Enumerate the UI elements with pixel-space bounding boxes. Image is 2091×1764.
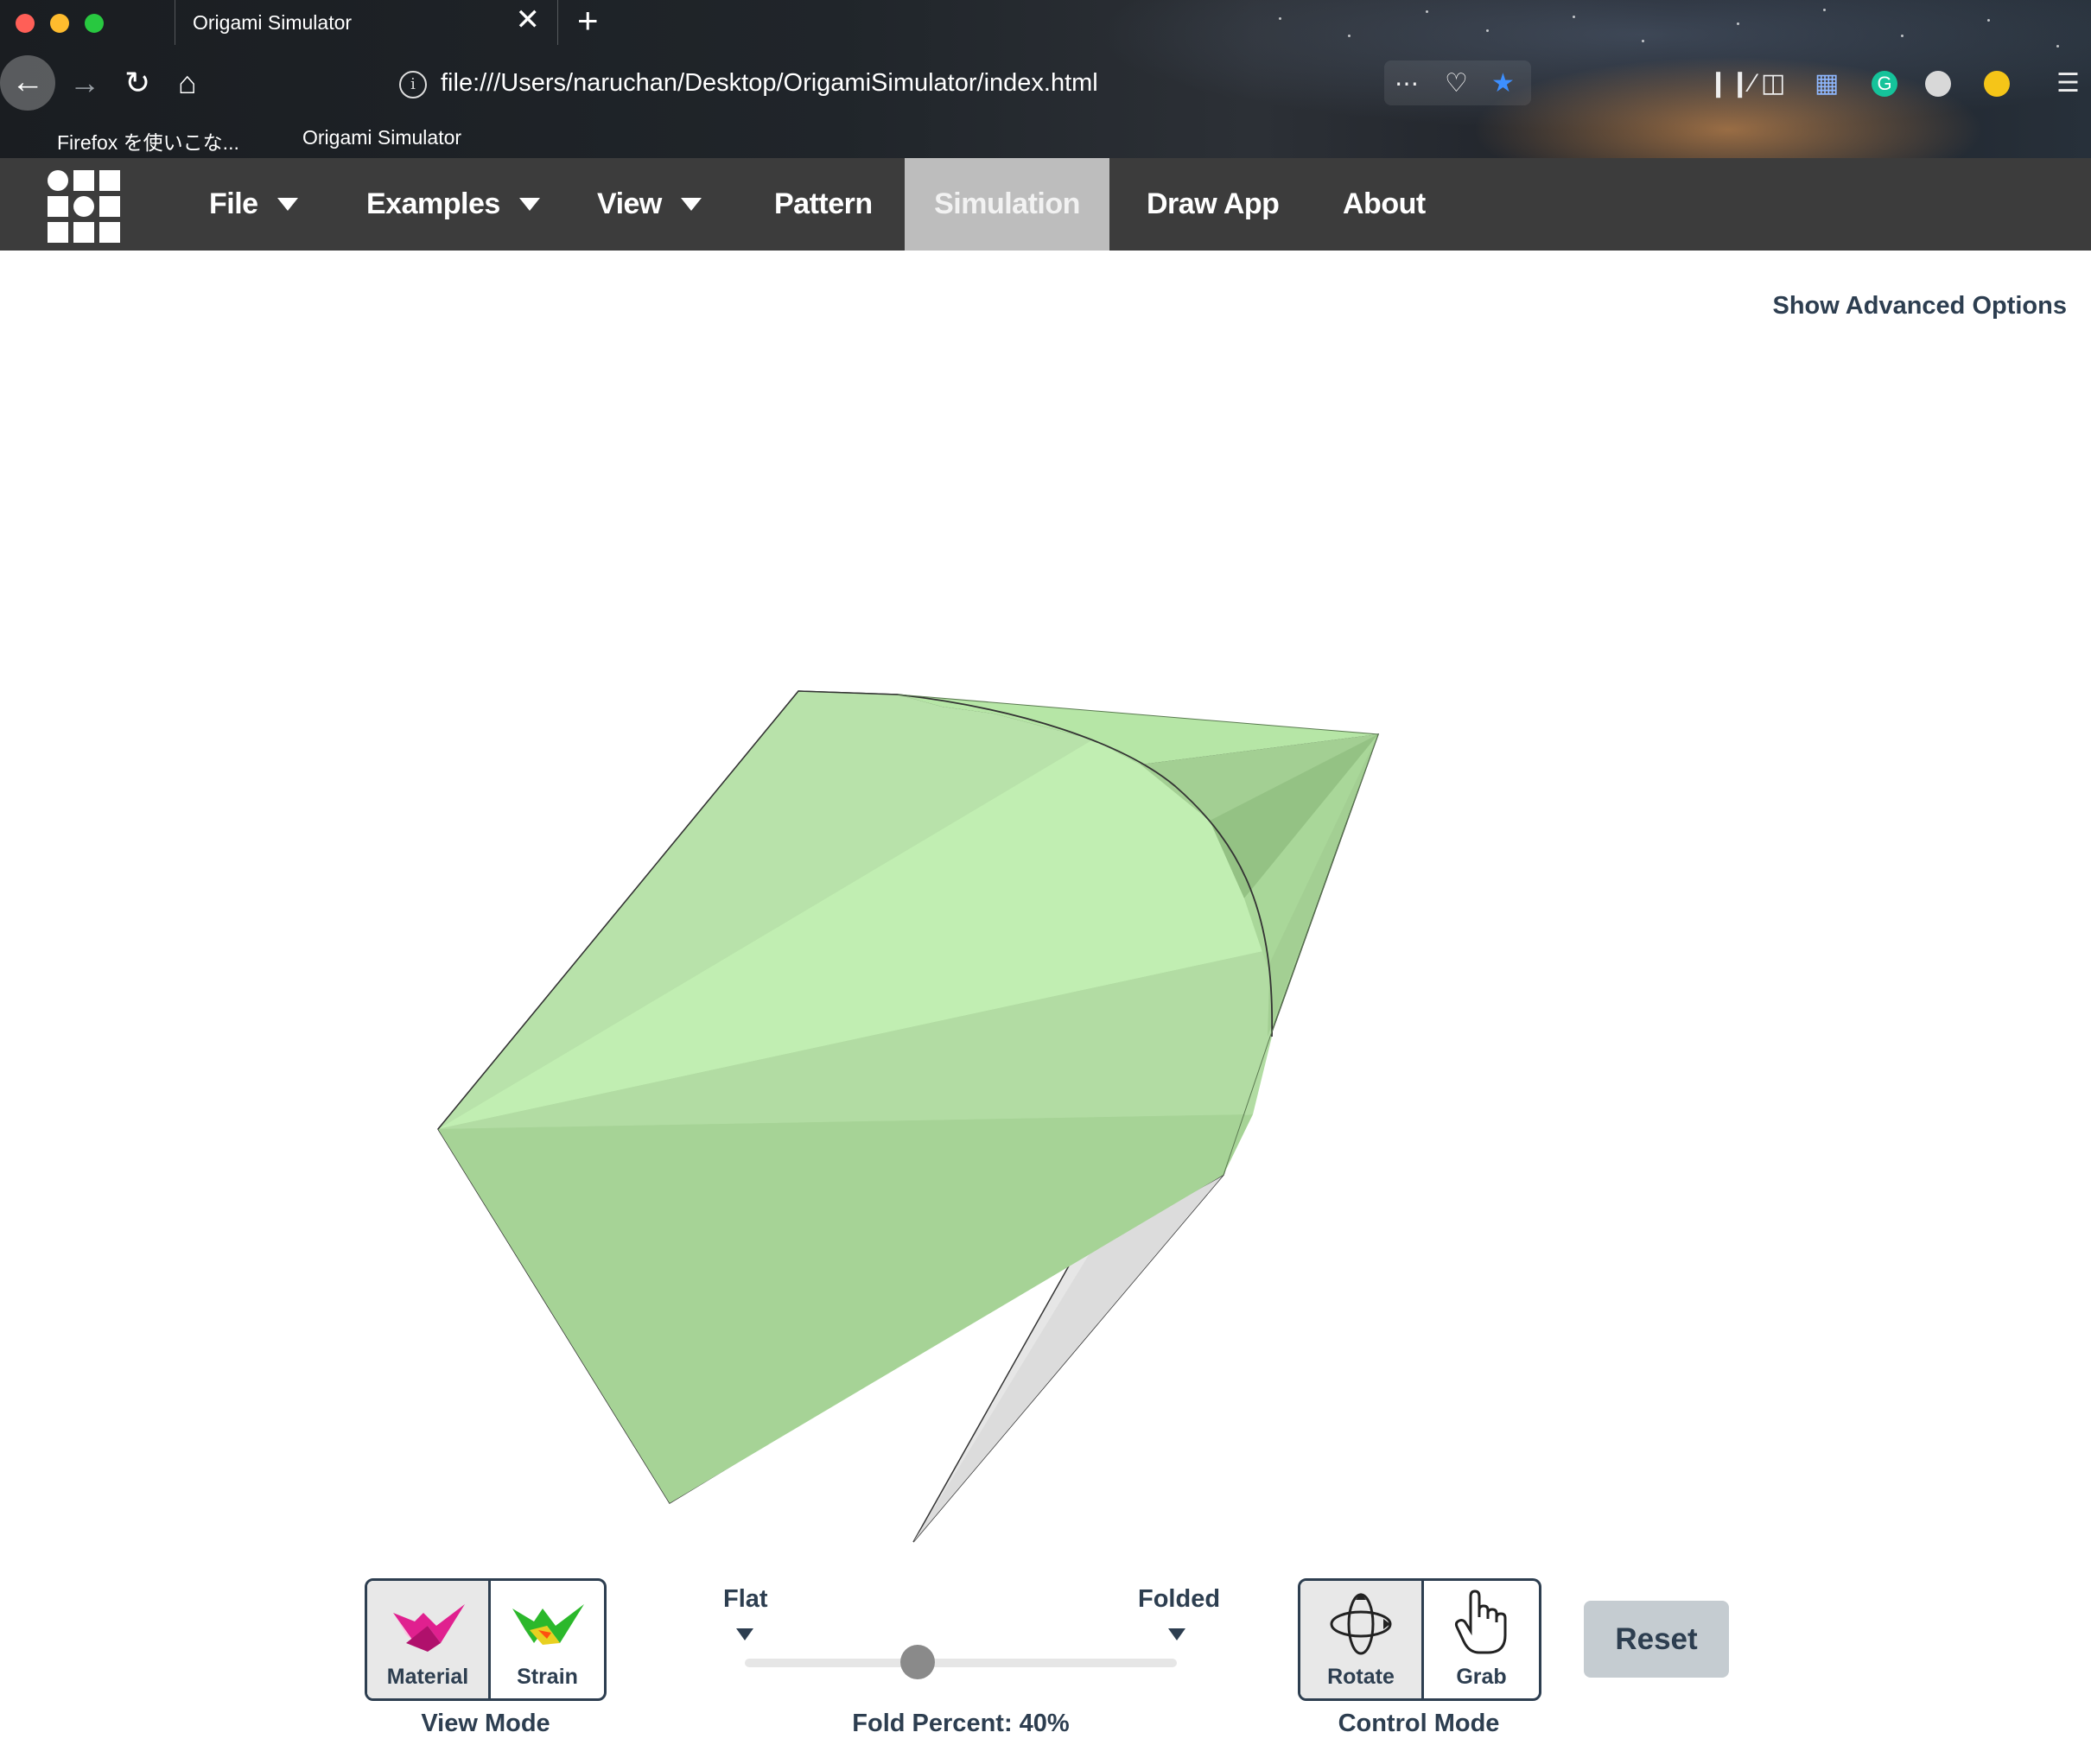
rotate-button[interactable]: Rotate xyxy=(1300,1581,1421,1698)
flat-marker-icon xyxy=(736,1628,753,1640)
library-icon[interactable]: ❙❙⁄ xyxy=(1707,69,1755,98)
star-decoration xyxy=(1737,22,1739,25)
nav-about-label: About xyxy=(1343,187,1426,220)
view-mode-toggle: Material Strain xyxy=(365,1578,607,1701)
window-zoom-button[interactable] xyxy=(85,14,104,33)
star-decoration xyxy=(1279,17,1281,20)
new-tab-button[interactable]: + xyxy=(577,2,599,40)
control-mode-toggle: Rotate Grab xyxy=(1298,1578,1541,1701)
tab-title: Origami Simulator xyxy=(193,11,353,34)
strain-button[interactable]: Strain xyxy=(491,1581,604,1698)
nav-examples-label: Examples xyxy=(366,187,500,220)
material-label: Material xyxy=(386,1665,469,1689)
reload-button[interactable]: ↻ xyxy=(124,66,150,100)
back-button[interactable]: ← xyxy=(0,55,55,111)
paper-facet xyxy=(438,1114,1253,1503)
nav-draw-app-label: Draw App xyxy=(1147,187,1280,220)
star-decoration xyxy=(1642,40,1644,42)
pocket-icon[interactable]: ♡ xyxy=(1445,69,1468,98)
star-decoration xyxy=(1348,35,1351,37)
slider-folded-label: Folded xyxy=(1138,1585,1221,1613)
forward-button[interactable]: → xyxy=(69,66,100,100)
star-decoration xyxy=(1426,10,1428,13)
bookmark-star-icon[interactable]: ★ xyxy=(1491,69,1515,98)
grab-label: Grab xyxy=(1456,1665,1507,1689)
origami-3d-viewport[interactable] xyxy=(0,251,2091,1546)
bookmark-origami[interactable]: Origami Simulator xyxy=(302,126,461,149)
tab-close-icon[interactable]: ✕ xyxy=(516,5,541,35)
page-actions-icon[interactable]: ⋯ xyxy=(1395,69,1419,98)
chevron-down-icon xyxy=(276,197,298,211)
nav-file-label: File xyxy=(209,187,258,220)
nav-about[interactable]: About xyxy=(1343,158,1426,251)
grab-button[interactable]: Grab xyxy=(1424,1581,1539,1698)
nav-view-label: View xyxy=(597,187,662,220)
star-decoration xyxy=(2056,45,2059,48)
strain-crane-icon xyxy=(512,1604,584,1645)
browser-tab[interactable]: Origami Simulator ✕ xyxy=(175,0,558,45)
nav-pattern[interactable]: Pattern xyxy=(774,158,873,251)
chevron-down-icon xyxy=(518,197,540,211)
chevron-down-icon xyxy=(680,197,702,211)
rotate-icon xyxy=(1330,1593,1392,1655)
menu-icon[interactable]: ☰ xyxy=(2056,69,2080,98)
app-logo-icon[interactable] xyxy=(48,170,120,243)
nav-draw-app[interactable]: Draw App xyxy=(1147,158,1280,251)
star-decoration xyxy=(1486,29,1489,32)
fold-percent-caption: Fold Percent: 40% xyxy=(852,1710,1070,1737)
window-close-button[interactable] xyxy=(16,14,35,33)
view-mode-caption: View Mode xyxy=(421,1710,550,1737)
hand-icon xyxy=(1454,1590,1507,1654)
material-crane-icon xyxy=(393,1604,465,1652)
reset-button[interactable]: Reset xyxy=(1584,1601,1729,1678)
browser-chrome: Origami Simulator ✕ + ← → ↻ ⌂ i file:///… xyxy=(0,0,2091,158)
fold-slider-track[interactable] xyxy=(745,1659,1177,1667)
url-bar[interactable]: file:///Users/naruchan/Desktop/OrigamiSi… xyxy=(441,69,1098,98)
nav-pattern-label: Pattern xyxy=(774,187,873,220)
slider-flat-label: Flat xyxy=(723,1585,768,1613)
home-button[interactable]: ⌂ xyxy=(178,66,197,100)
star-decoration xyxy=(1823,9,1826,11)
nav-view[interactable]: View xyxy=(597,158,702,251)
bookmark-firefox[interactable]: Firefox を使いこな... xyxy=(57,126,239,155)
nav-simulation-label: Simulation xyxy=(934,187,1080,220)
window-minimize-button[interactable] xyxy=(50,14,69,33)
star-decoration xyxy=(1573,16,1575,18)
fold-slider-thumb[interactable] xyxy=(900,1645,935,1679)
grammarly-icon[interactable]: G xyxy=(1872,71,1897,97)
search-extension-icon[interactable] xyxy=(1984,71,2010,97)
folded-marker-icon xyxy=(1168,1628,1185,1640)
strain-label: Strain xyxy=(517,1665,578,1689)
material-button[interactable]: Material xyxy=(367,1581,488,1698)
star-decoration xyxy=(1901,35,1904,37)
site-info-icon[interactable]: i xyxy=(399,71,427,98)
nav-examples[interactable]: Examples xyxy=(366,158,540,251)
control-mode-caption: Control Mode xyxy=(1338,1710,1500,1737)
nav-file[interactable]: File xyxy=(209,158,298,251)
extension-icon[interactable] xyxy=(1925,71,1951,97)
app-navbar: File Examples View Pattern Simulation Dr… xyxy=(0,158,2091,251)
nav-simulation[interactable]: Simulation xyxy=(905,158,1109,251)
star-decoration xyxy=(1987,19,1990,22)
rotate-label: Rotate xyxy=(1327,1665,1395,1689)
sidebar-icon[interactable]: ◫ xyxy=(1761,69,1785,98)
bookmarks-bar: Firefox を使いこな... Origami Simulator xyxy=(0,121,2091,155)
translate-icon[interactable]: ▦ xyxy=(1815,69,1839,98)
